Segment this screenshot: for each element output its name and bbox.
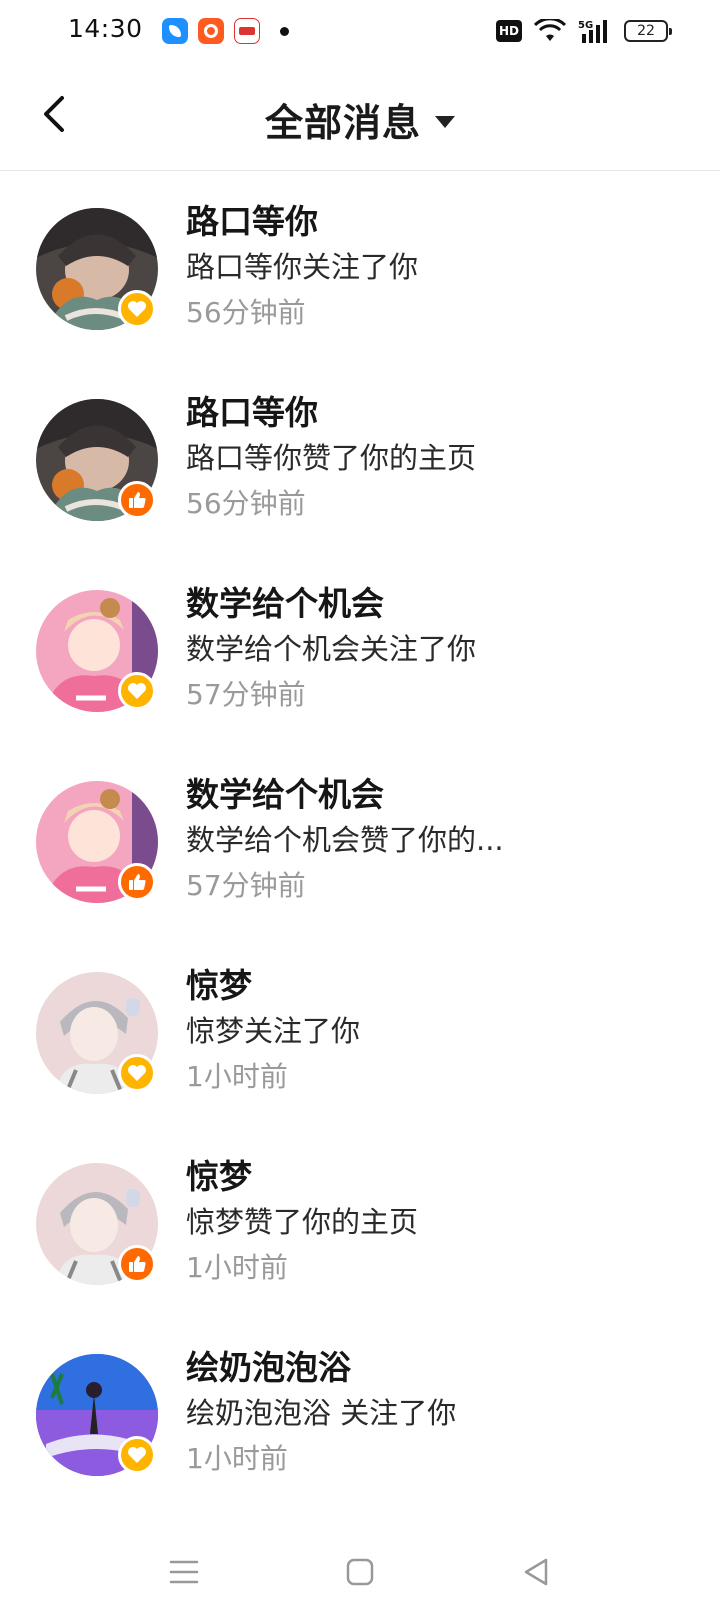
heart-icon (128, 1447, 146, 1463)
avatar[interactable] (36, 1354, 158, 1476)
thumbs-up-icon (129, 1256, 146, 1272)
like-badge (118, 1245, 156, 1283)
avatar[interactable] (36, 972, 158, 1094)
message-text: 绘奶泡泡浴 绘奶泡泡浴 关注了你 1小时前 (186, 1346, 700, 1482)
message-text: 路口等你 路口等你关注了你 56分钟前 (186, 200, 700, 336)
app-notification-icon (162, 18, 188, 44)
message-sender-name[interactable]: 惊梦 (186, 1155, 700, 1199)
like-badge (118, 481, 156, 519)
message-text: 惊梦 惊梦关注了你 1小时前 (186, 964, 700, 1100)
message-time: 1小时前 (186, 1060, 288, 1093)
menu-icon (169, 1560, 199, 1584)
recent-apps-button[interactable] (160, 1548, 208, 1596)
message-text: 路口等你 路口等你赞了你的主页 56分钟前 (186, 391, 700, 527)
message-item[interactable]: 数学给个机会 数学给个机会关注了你 57分钟前 (0, 552, 720, 743)
message-content: 惊梦赞了你的主页 (186, 1205, 419, 1239)
app-notification-icon (198, 18, 224, 44)
message-item[interactable]: 路口等你 路口等你赞了你的主页 56分钟前 (0, 361, 720, 552)
message-content: 绘奶泡泡浴 关注了你 (186, 1396, 457, 1430)
follow-badge (118, 672, 156, 710)
like-badge (118, 863, 156, 901)
follow-badge (118, 1054, 156, 1092)
hd-icon: HD (496, 20, 522, 42)
follow-badge (118, 1436, 156, 1474)
system-icons: HD 5G 22 (496, 18, 672, 44)
message-text: 数学给个机会 数学给个机会赞了你的... 57分钟前 (186, 773, 700, 909)
message-text: 数学给个机会 数学给个机会关注了你 57分钟前 (186, 582, 700, 718)
follow-badge (118, 290, 156, 328)
home-square-icon (346, 1558, 374, 1586)
avatar[interactable] (36, 590, 158, 712)
notification-icons (162, 18, 289, 44)
caret-down-icon (435, 115, 455, 128)
message-time: 57分钟前 (186, 678, 306, 711)
message-list: 路口等你 路口等你关注了你 56分钟前 路口等你 路口等你赞了你的主页 56分钟… (0, 170, 720, 1507)
more-notifications-dot-icon (280, 26, 289, 36)
message-text: 惊梦 惊梦赞了你的主页 1小时前 (186, 1155, 700, 1291)
back-triangle-icon (524, 1558, 548, 1586)
message-item[interactable]: 惊梦 惊梦赞了你的主页 1小时前 (0, 1125, 720, 1316)
battery-level: 22 (637, 23, 655, 39)
avatar[interactable] (36, 399, 158, 521)
message-item[interactable]: 数学给个机会 数学给个机会赞了你的... 57分钟前 (0, 743, 720, 934)
message-item[interactable]: 惊梦 惊梦关注了你 1小时前 (0, 934, 720, 1125)
message-item[interactable]: 路口等你 路口等你关注了你 56分钟前 (0, 170, 720, 361)
thumbs-up-icon (129, 492, 146, 508)
svg-text:5G: 5G (578, 20, 593, 31)
message-content: 惊梦关注了你 (186, 1014, 361, 1048)
message-time: 57分钟前 (186, 869, 306, 902)
status-bar: 14:30 HD 5G 22 (0, 0, 720, 66)
message-item[interactable]: 绘奶泡泡浴 绘奶泡泡浴 关注了你 1小时前 (0, 1316, 720, 1507)
avatar[interactable] (36, 1163, 158, 1285)
message-time: 1小时前 (186, 1442, 288, 1475)
wifi-icon (534, 19, 566, 41)
heart-icon (128, 683, 146, 699)
message-sender-name[interactable]: 路口等你 (186, 391, 700, 435)
avatar[interactable] (36, 208, 158, 330)
thumbs-up-icon (129, 874, 146, 890)
heart-icon (128, 1065, 146, 1081)
message-sender-name[interactable]: 惊梦 (186, 964, 700, 1008)
message-sender-name[interactable]: 路口等你 (186, 200, 700, 244)
avatar[interactable] (36, 781, 158, 903)
message-time: 56分钟前 (186, 296, 306, 329)
home-button[interactable] (336, 1548, 384, 1596)
title-dropdown[interactable]: 全部消息 (0, 92, 720, 147)
status-time: 14:30 (68, 14, 143, 43)
message-content: 数学给个机会赞了你的... (186, 823, 504, 857)
signal-5g-icon: 5G (578, 20, 607, 43)
app-notification-icon (234, 18, 260, 44)
heart-icon (128, 301, 146, 317)
page-title: 全部消息 (264, 101, 421, 145)
message-content: 路口等你关注了你 (186, 250, 419, 284)
back-nav-button[interactable] (512, 1548, 560, 1596)
header: 全部消息 (0, 66, 720, 171)
system-nav-bar (0, 1530, 720, 1612)
message-time: 56分钟前 (186, 487, 306, 520)
message-sender-name[interactable]: 绘奶泡泡浴 (186, 1346, 700, 1390)
message-time: 1小时前 (186, 1251, 288, 1284)
message-sender-name[interactable]: 数学给个机会 (186, 582, 700, 626)
battery-icon: 22 (624, 20, 672, 42)
message-sender-name[interactable]: 数学给个机会 (186, 773, 700, 817)
message-content: 数学给个机会关注了你 (186, 632, 477, 666)
message-content: 路口等你赞了你的主页 (186, 441, 477, 475)
